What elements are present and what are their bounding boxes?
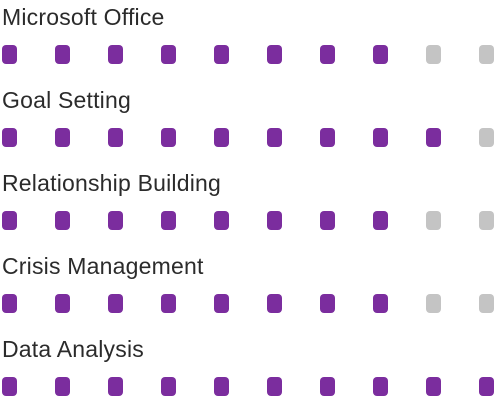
rating-dot-filled: [55, 377, 70, 396]
rating-dot-empty: [426, 211, 441, 230]
rating-dot-empty: [426, 294, 441, 313]
rating-dot-filled: [108, 128, 123, 147]
rating-dot-filled: [2, 377, 17, 396]
rating-dot-filled: [55, 211, 70, 230]
rating-dot-filled: [320, 211, 335, 230]
rating-dot-filled: [161, 128, 176, 147]
rating-dot-filled: [320, 128, 335, 147]
skill-name: Data Analysis: [2, 336, 144, 362]
rating-dot-filled: [161, 294, 176, 313]
rating-dot-filled: [55, 294, 70, 313]
skill-name: Goal Setting: [2, 87, 131, 113]
rating-dot-filled: [267, 377, 282, 396]
rating-dot-filled: [267, 294, 282, 313]
rating-dot-filled: [161, 377, 176, 396]
rating-dot-filled: [426, 128, 441, 147]
rating-dot-filled: [55, 128, 70, 147]
rating-dot-filled: [214, 377, 229, 396]
skill-item: Goal Setting: [0, 85, 495, 155]
rating-dot-filled: [373, 377, 388, 396]
rating-dot-filled: [373, 294, 388, 313]
rating-dot-empty: [479, 45, 494, 64]
rating-dot-empty: [426, 45, 441, 64]
rating-dot-filled: [373, 211, 388, 230]
rating-dot-filled: [426, 377, 441, 396]
rating-dot-filled: [320, 45, 335, 64]
rating-dot-filled: [320, 294, 335, 313]
skill-item: Data Analysis: [0, 334, 495, 404]
skill-item: Microsoft Office: [0, 2, 495, 72]
skill-rating: [0, 377, 495, 397]
skill-rating: [0, 128, 495, 148]
rating-dot-filled: [267, 128, 282, 147]
skill-item: Crisis Management: [0, 251, 495, 321]
rating-dot-filled: [320, 377, 335, 396]
rating-dot-filled: [214, 211, 229, 230]
rating-dot-filled: [214, 128, 229, 147]
rating-dot-filled: [214, 294, 229, 313]
rating-dot-filled: [267, 211, 282, 230]
rating-dot-filled: [2, 128, 17, 147]
rating-dot-filled: [2, 45, 17, 64]
skill-rating: [0, 294, 495, 314]
rating-dot-filled: [108, 377, 123, 396]
rating-dot-filled: [2, 294, 17, 313]
rating-dot-filled: [267, 45, 282, 64]
rating-dot-filled: [373, 128, 388, 147]
skill-rating: [0, 211, 495, 231]
skills-list: Microsoft Office Goal Setting Relationsh…: [0, 0, 495, 398]
skill-name: Microsoft Office: [2, 4, 165, 30]
rating-dot-filled: [373, 45, 388, 64]
rating-dot-empty: [479, 211, 494, 230]
skill-item: Relationship Building: [0, 168, 495, 238]
rating-dot-filled: [108, 45, 123, 64]
skill-rating: [0, 45, 495, 65]
skill-name: Relationship Building: [2, 170, 222, 196]
rating-dot-filled: [479, 377, 494, 396]
rating-dot-filled: [108, 211, 123, 230]
rating-dot-filled: [161, 211, 176, 230]
skill-name: Crisis Management: [2, 253, 204, 279]
rating-dot-filled: [2, 211, 17, 230]
rating-dot-empty: [479, 294, 494, 313]
rating-dot-empty: [479, 128, 494, 147]
rating-dot-filled: [108, 294, 123, 313]
rating-dot-filled: [161, 45, 176, 64]
rating-dot-filled: [214, 45, 229, 64]
rating-dot-filled: [55, 45, 70, 64]
